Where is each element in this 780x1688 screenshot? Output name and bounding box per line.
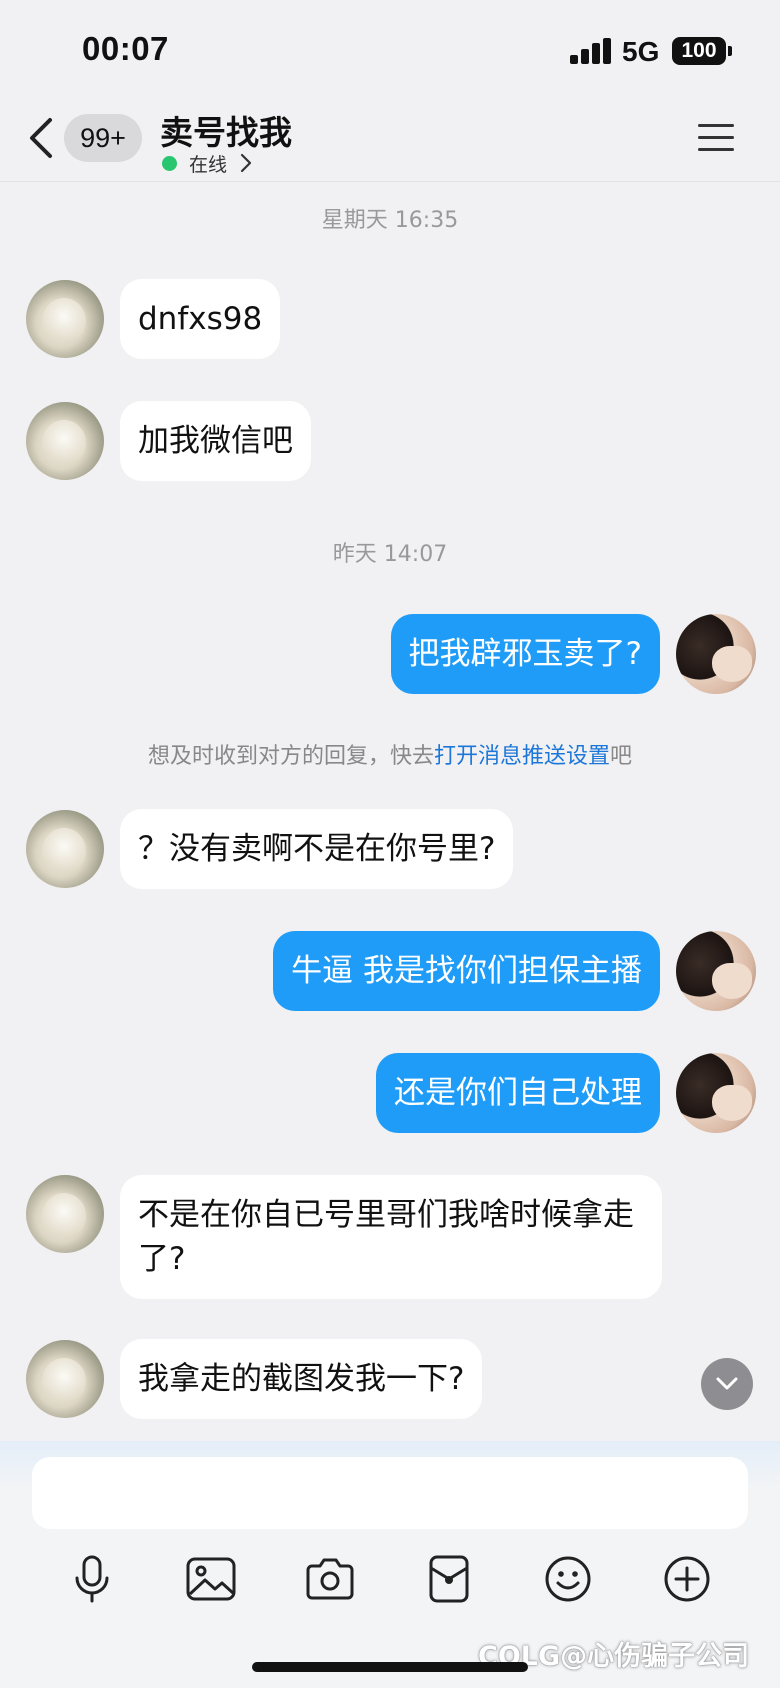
- incoming-message[interactable]: 我拿走的截图发我一下?: [120, 1339, 483, 1419]
- camera-icon[interactable]: [300, 1549, 360, 1609]
- push-notice-suffix: 吧: [610, 744, 633, 769]
- push-settings-link[interactable]: 打开消息推送设置: [434, 744, 610, 769]
- outgoing-message[interactable]: 牛逼 我是找你们担保主播: [273, 931, 660, 1011]
- incoming-message[interactable]: ？没有卖啊不是在你号里?: [120, 809, 514, 889]
- push-notice-text: 想及时收到对方的回复，快去: [147, 744, 434, 769]
- scroll-to-bottom-button[interactable]: [701, 1358, 753, 1410]
- online-status[interactable]: 在线: [162, 150, 253, 176]
- peer-avatar[interactable]: [26, 810, 104, 888]
- timestamp: 星期天 16:35: [321, 208, 459, 233]
- home-indicator: [252, 1662, 528, 1672]
- chevron-down-icon: [716, 1377, 738, 1390]
- composer-toolbar: [0, 1549, 780, 1619]
- peer-avatar[interactable]: [26, 402, 104, 480]
- self-avatar[interactable]: [676, 931, 756, 1011]
- chat-header: 99+ 卖号找我 在线: [0, 100, 780, 182]
- online-status-label: 在线: [189, 153, 228, 176]
- timestamp: 昨天 14:07: [332, 542, 448, 567]
- chevron-right-icon: [240, 153, 252, 173]
- peer-avatar[interactable]: [26, 1175, 104, 1253]
- peer-avatar[interactable]: [26, 1340, 104, 1418]
- network-label: 5G: [622, 36, 660, 67]
- outgoing-message[interactable]: 把我辟邪玉卖了?: [390, 614, 660, 694]
- peer-avatar[interactable]: [26, 280, 104, 358]
- incoming-message[interactable]: dnfxs98: [120, 279, 281, 359]
- back-arrow-icon[interactable]: [26, 116, 56, 160]
- unread-count-badge[interactable]: 99+: [64, 114, 142, 162]
- battery-icon: 100: [672, 37, 726, 65]
- plus-icon[interactable]: [657, 1549, 717, 1609]
- microphone-icon[interactable]: [62, 1549, 122, 1609]
- image-icon[interactable]: [181, 1549, 241, 1609]
- self-avatar[interactable]: [676, 1053, 756, 1133]
- battery-tip: [728, 46, 732, 56]
- status-bar: 00:07 5G 100: [0, 0, 780, 100]
- message-input[interactable]: [32, 1457, 748, 1529]
- incoming-message[interactable]: 不是在你自已号里哥们我啥时候拿走了?: [120, 1175, 662, 1299]
- push-notice: 想及时收到对方的回复，快去打开消息推送设置吧: [0, 738, 780, 770]
- chat-title[interactable]: 卖号找我: [160, 106, 292, 154]
- red-packet-icon[interactable]: [419, 1549, 479, 1609]
- signal-icon: [570, 38, 612, 64]
- status-time: 00:07: [82, 30, 169, 67]
- outgoing-message[interactable]: 还是你们自己处理: [376, 1053, 660, 1133]
- emoji-icon[interactable]: [538, 1549, 598, 1609]
- incoming-message[interactable]: 加我微信吧: [120, 401, 311, 481]
- online-dot-icon: [162, 155, 177, 171]
- menu-icon[interactable]: [698, 120, 738, 156]
- self-avatar[interactable]: [676, 614, 756, 694]
